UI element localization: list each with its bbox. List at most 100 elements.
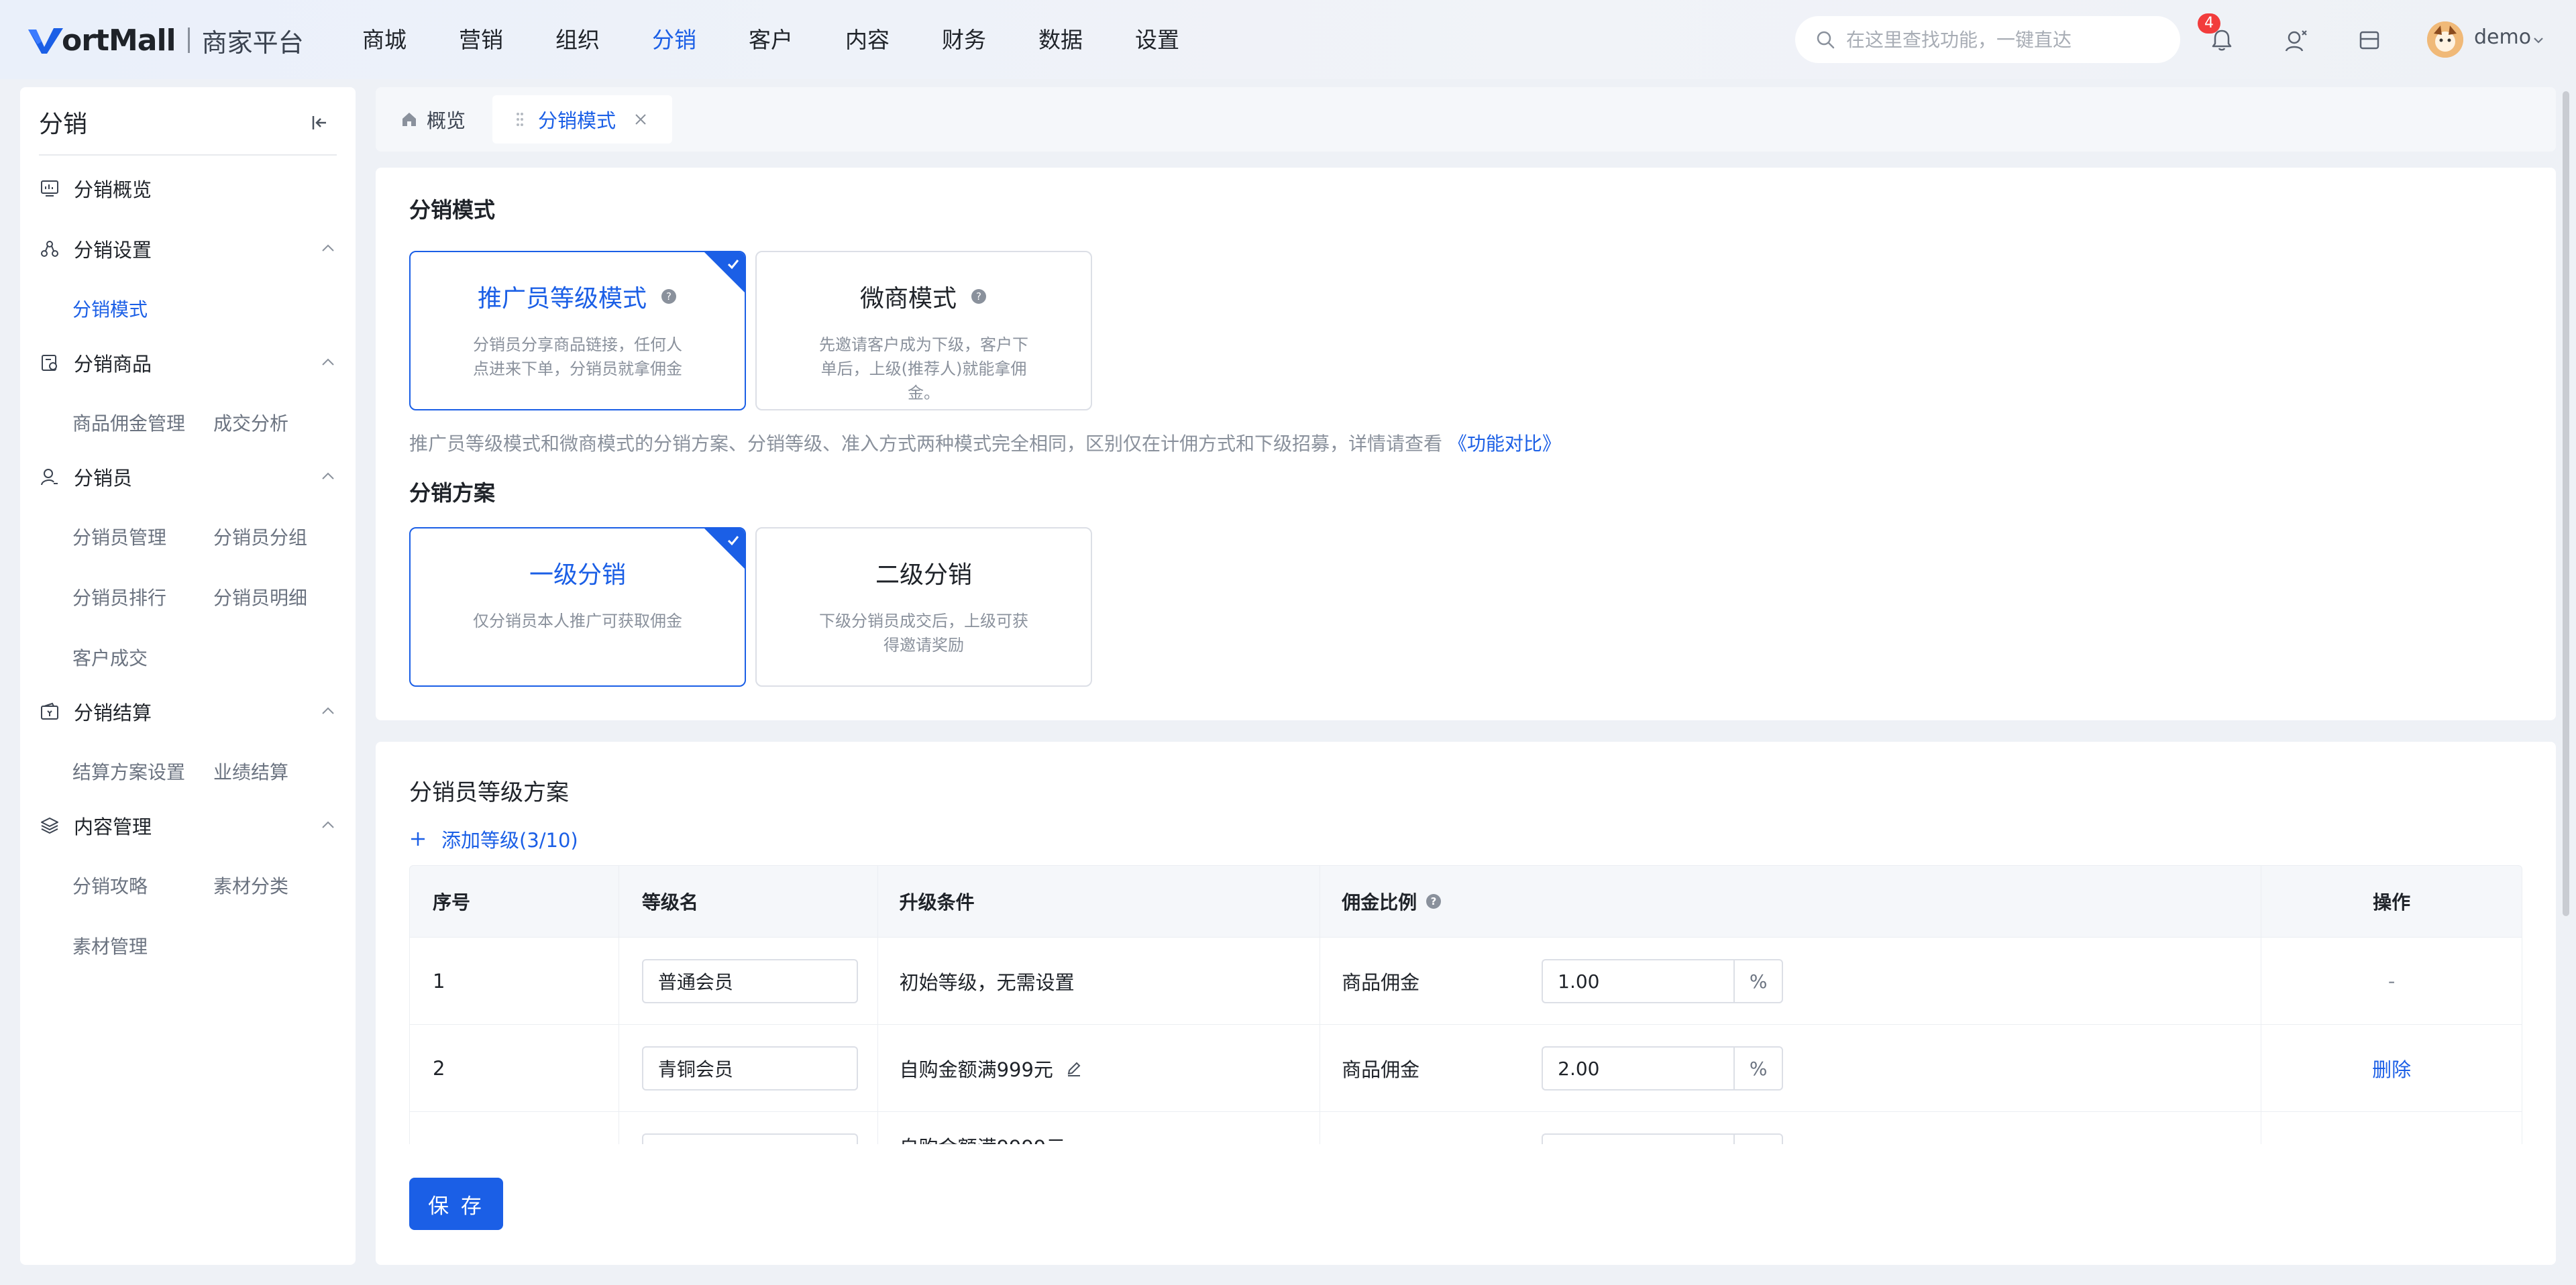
mode-option-promoter-level[interactable]: 推广员等级模式 ? 分销员分享商品链接，任何人点进来下单，分销员就拿佣金 [409, 251, 746, 410]
sidebar-item-material-management[interactable]: 素材管理 [72, 932, 148, 959]
sidebar-item-overview[interactable]: 分销概览 [39, 172, 337, 205]
edit-pencil-icon[interactable] [1065, 1060, 1083, 1077]
sidebar-item-settlement-plan[interactable]: 结算方案设置 [72, 758, 185, 785]
check-icon [727, 260, 739, 270]
option-description: 仅分销员本人推广可获取佣金 [473, 612, 682, 630]
help-icon[interactable]: ? [970, 288, 987, 305]
sidebar-item-distribution-guide[interactable]: 分销攻略 [72, 872, 148, 899]
sidebar-item-deal-analysis[interactable]: 成交分析 [213, 409, 288, 436]
level-name-input[interactable] [641, 958, 858, 1003]
chevron-up-icon[interactable] [319, 355, 337, 369]
chevron-up-icon[interactable] [319, 704, 337, 718]
sidebar-item-material-category[interactable]: 素材分类 [213, 872, 288, 899]
sidebar-group-distribution-settings[interactable]: 分销设置 [39, 232, 337, 266]
percent-unit: % [1733, 959, 1784, 1003]
sidebar-item-customer-deals[interactable]: 客户成交 [72, 644, 148, 671]
drag-handle-icon[interactable] [515, 111, 525, 128]
nav-item-distribution[interactable]: 分销 [652, 20, 749, 60]
username[interactable]: demo [2474, 25, 2531, 49]
sidebar-item-distributor-groups[interactable]: 分销员分组 [213, 523, 307, 550]
goods-icon [42, 355, 57, 371]
mode-section-title: 分销模式 [409, 197, 496, 223]
store-icon[interactable] [2353, 24, 2385, 56]
logo-separator [187, 27, 190, 53]
upgrade-condition: 自购金额满999元 [899, 1058, 1053, 1081]
commission-cell: 商品佣金 % [1320, 1025, 2262, 1111]
save-button[interactable]: 保 存 [409, 1178, 503, 1230]
option-title: 推广员等级模式 [477, 285, 647, 313]
app-logo[interactable]: ortMall 商家平台 [27, 20, 304, 60]
chart-overview-icon [41, 180, 58, 197]
sidebar-title: 分销 [39, 111, 88, 138]
header-text: 升级条件 [899, 891, 975, 913]
nav-item-content[interactable]: 内容 [845, 20, 942, 60]
chevron-up-icon[interactable] [319, 818, 337, 832]
header-text: 操作 [2373, 891, 2411, 913]
help-icon[interactable]: ? [660, 288, 678, 305]
nav-item-customers[interactable]: 客户 [749, 20, 845, 60]
column-header-commission: 佣金比例 ? [1320, 866, 2262, 937]
logo-subtitle: 商家平台 [201, 27, 304, 58]
network-icon [41, 241, 58, 257]
plan-option-one-level[interactable]: 一级分销 仅分销员本人推广可获取佣金 [409, 527, 746, 687]
level-name-cell [619, 938, 878, 1024]
option-description: 分销员分享商品链接，任何人点进来下单，分销员就拿佣金 [473, 335, 682, 378]
nav-item-finance[interactable]: 财务 [942, 20, 1038, 60]
delete-level-button[interactable]: 删除 [2261, 1025, 2522, 1111]
chevron-up-icon[interactable] [319, 241, 337, 255]
sidebar-group-settlement[interactable]: 分销结算 [39, 695, 337, 728]
feature-comparison-link[interactable]: 《功能对比》 [1448, 433, 1561, 455]
search-input[interactable] [1845, 27, 2153, 52]
close-icon[interactable] [633, 112, 648, 127]
option-title-row: 微商模式 ? [757, 279, 1091, 314]
sidebar-group-label: 分销结算 [74, 702, 152, 724]
header-text: 佣金比例 [1342, 891, 1417, 913]
page-scrollbar-thumb[interactable] [2563, 91, 2569, 916]
tab-overview[interactable]: 概览 [400, 95, 466, 144]
commission-cell: 商品佣金 % [1320, 938, 2262, 1024]
chevron-up-icon[interactable] [319, 469, 337, 483]
table-row: 1 初始等级，无需设置 商品佣金 % - [409, 938, 2522, 1025]
chevron-down-icon[interactable] [2532, 34, 2545, 47]
logo-text: ortMall [62, 23, 176, 58]
sidebar-item-commission-management[interactable]: 商品佣金管理 [72, 409, 185, 436]
avatar-image-icon [2427, 21, 2463, 58]
avatar[interactable] [2427, 21, 2463, 58]
sidebar-item-distribution-mode[interactable]: 分销模式 [72, 295, 148, 322]
nav-item-settings[interactable]: 设置 [1135, 20, 1232, 60]
tab-distribution-mode[interactable]: 分销模式 [492, 95, 673, 144]
upgrade-condition-cell: 自购金额满999元 [878, 1025, 1321, 1111]
nav-item-organization[interactable]: 组织 [555, 20, 652, 60]
check-icon [727, 536, 739, 546]
search-box [1795, 16, 2180, 63]
commission-input[interactable] [1542, 1046, 1734, 1091]
commission-input[interactable] [1542, 959, 1734, 1003]
table-row: 2 自购金额满999元 商品佣金 % 删除 [409, 1025, 2522, 1112]
plan-option-two-level[interactable]: 二级分销 下级分销员成交后，上级可获得邀请奖励 [755, 527, 1092, 687]
nav-item-mall[interactable]: 商城 [362, 20, 459, 60]
plus-icon [411, 832, 425, 846]
collapse-sidebar-icon[interactable] [310, 113, 330, 133]
level-name-cell [619, 1025, 878, 1111]
mode-option-wechat-merchant[interactable]: 微商模式 ? 先邀请客户成为下级，客户下单后，上级(推荐人)就能拿佣金。 [755, 251, 1092, 410]
notification-badge: 4 [2198, 13, 2220, 34]
tabs-bar: 概览 分销模式 [376, 87, 2556, 152]
help-icon[interactable]: ? [1425, 893, 1442, 910]
sidebar-item-distributor-management[interactable]: 分销员管理 [72, 523, 166, 550]
level-section-title: 分销员等级方案 [409, 779, 569, 806]
sidebar-item-distributor-ranking[interactable]: 分销员排行 [72, 583, 166, 610]
sidebar-group-content-management[interactable]: 内容管理 [39, 809, 337, 842]
column-header-index: 序号 [410, 866, 619, 937]
nav-item-marketing[interactable]: 营销 [459, 20, 555, 60]
distributor-level-card: 分销员等级方案 添加等级(3/10) 序号 等级名 升级条件 佣金比例 ? 操作… [376, 742, 2556, 1265]
sidebar: 分销 分销概览 分销设置 分销模式 分销商品 商品佣金管理 成交分析 分销员 分… [20, 87, 356, 1265]
sidebar-item-distributor-details[interactable]: 分销员明细 [213, 583, 307, 610]
level-name-input[interactable] [641, 1046, 858, 1091]
sidebar-group-distribution-goods[interactable]: 分销商品 [39, 346, 337, 380]
sidebar-group-distributors[interactable]: 分销员 [39, 460, 337, 494]
nav-item-data[interactable]: 数据 [1038, 20, 1135, 60]
add-level-button[interactable]: 添加等级(3/10) [409, 825, 578, 853]
support-headset-icon[interactable] [2279, 24, 2312, 56]
option-title: 二级分销 [875, 561, 972, 589]
sidebar-item-performance-settlement[interactable]: 业绩结算 [213, 758, 288, 785]
